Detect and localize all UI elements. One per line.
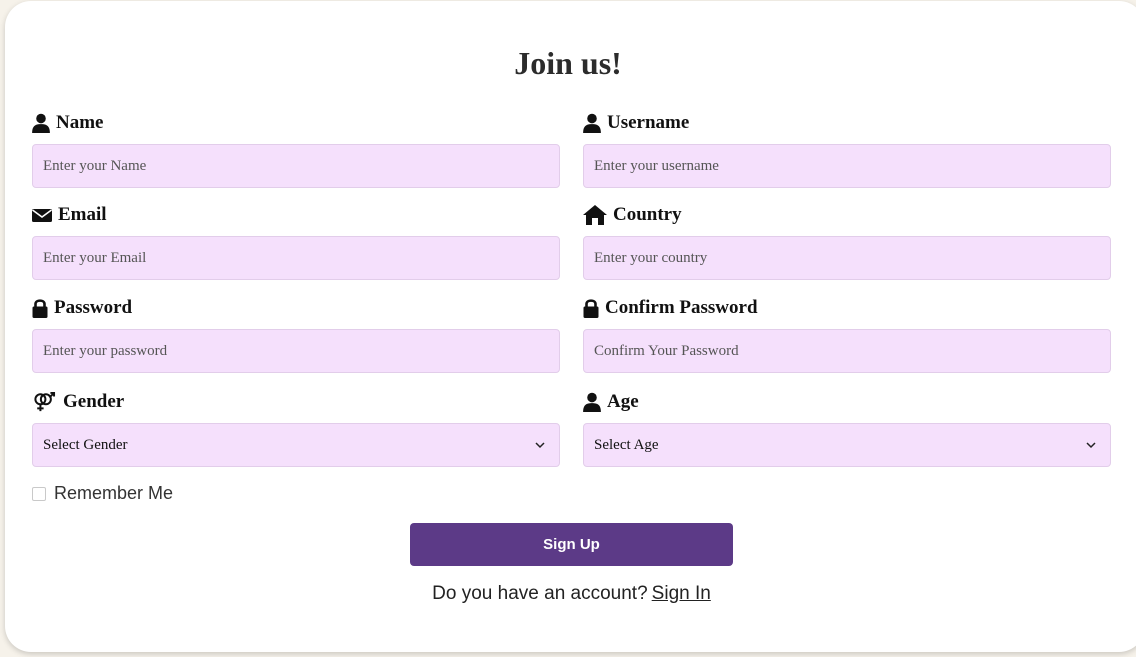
- lock-icon: [32, 298, 48, 318]
- country-label: Country: [583, 203, 1111, 227]
- account-prompt-text: Do you have an account?: [432, 583, 648, 604]
- username-label: Username: [583, 111, 1111, 135]
- gender-select[interactable]: Select Gender: [32, 423, 560, 467]
- email-input[interactable]: Enter your Email: [32, 236, 560, 280]
- home-icon: [583, 205, 607, 225]
- envelope-icon: [32, 205, 52, 225]
- age-field-group: Age Select Age: [583, 390, 1111, 467]
- email-field-group: Email Enter your Email: [32, 203, 560, 280]
- chevron-down-icon: [1086, 442, 1096, 449]
- name-field-group: Name Enter your Name: [32, 111, 560, 188]
- sign-in-link[interactable]: Sign In: [652, 583, 711, 604]
- email-label: Email: [32, 203, 560, 227]
- password-input[interactable]: Enter your password: [32, 329, 560, 373]
- confirm-password-field-group: Confirm Password Confirm Your Password: [583, 296, 1111, 373]
- gender-field-group: Gender Select Gender: [32, 390, 560, 467]
- lock-icon: [583, 298, 599, 318]
- user-icon: [583, 392, 601, 412]
- password-field-group: Password Enter your password: [32, 296, 560, 373]
- name-label: Name: [32, 111, 560, 135]
- name-input[interactable]: Enter your Name: [32, 144, 560, 188]
- user-icon: [583, 113, 601, 133]
- age-label: Age: [583, 390, 1111, 414]
- sign-up-button[interactable]: Sign Up: [410, 523, 733, 566]
- gender-label: Gender: [32, 390, 560, 414]
- chevron-down-icon: [535, 442, 545, 449]
- country-input[interactable]: Enter your country: [583, 236, 1111, 280]
- age-select[interactable]: Select Age: [583, 423, 1111, 467]
- password-label: Password: [32, 296, 560, 320]
- account-prompt: Do you have an account? Sign In: [0, 583, 1136, 605]
- page-title: Join us!: [514, 45, 622, 81]
- confirm-password-input[interactable]: Confirm Your Password: [583, 329, 1111, 373]
- country-field-group: Country Enter your country: [583, 203, 1111, 280]
- gender-icon: [32, 392, 57, 412]
- username-field-group: Username Enter your username: [583, 111, 1111, 188]
- remember-me-checkbox[interactable]: [32, 486, 46, 501]
- username-input[interactable]: Enter your username: [583, 144, 1111, 188]
- user-icon: [32, 113, 50, 133]
- remember-me: Remember Me: [32, 483, 173, 504]
- remember-me-label[interactable]: Remember Me: [54, 483, 173, 504]
- confirm-password-label: Confirm Password: [583, 296, 1111, 320]
